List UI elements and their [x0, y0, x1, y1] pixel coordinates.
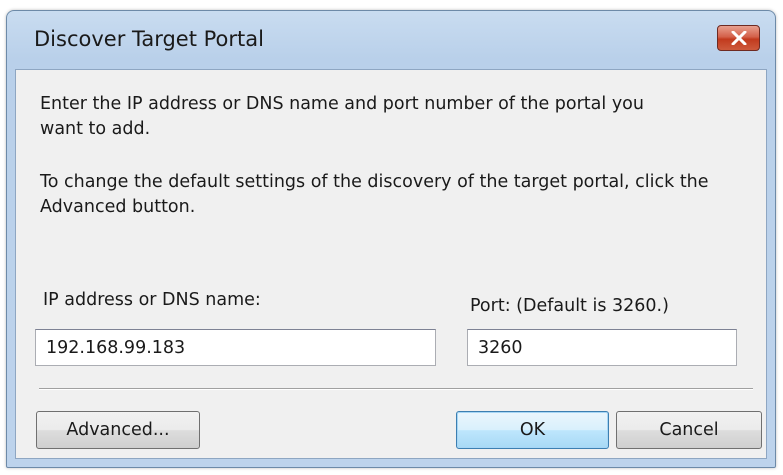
- port-label: Port: (Default is 3260.): [470, 296, 669, 316]
- cancel-button[interactable]: Cancel: [616, 411, 762, 449]
- ok-button[interactable]: OK: [456, 411, 609, 449]
- port-input[interactable]: [467, 329, 737, 366]
- advanced-instruction-text: To change the default settings of the di…: [40, 172, 709, 217]
- ip-address-input[interactable]: [35, 329, 436, 366]
- dialog-window: Discover Target Portal Enter the IP addr…: [6, 10, 776, 468]
- instruction-text: Enter the IP address or DNS name and por…: [40, 94, 644, 139]
- dialog-body: Enter the IP address or DNS name and por…: [15, 69, 767, 459]
- window-title: Discover Target Portal: [34, 27, 264, 51]
- close-button[interactable]: [717, 25, 760, 51]
- ip-address-label: IP address or DNS name:: [43, 290, 261, 310]
- title-bar[interactable]: Discover Target Portal: [7, 11, 775, 69]
- advanced-button[interactable]: Advanced...: [36, 411, 200, 449]
- separator: [39, 388, 753, 390]
- close-icon: [731, 31, 747, 45]
